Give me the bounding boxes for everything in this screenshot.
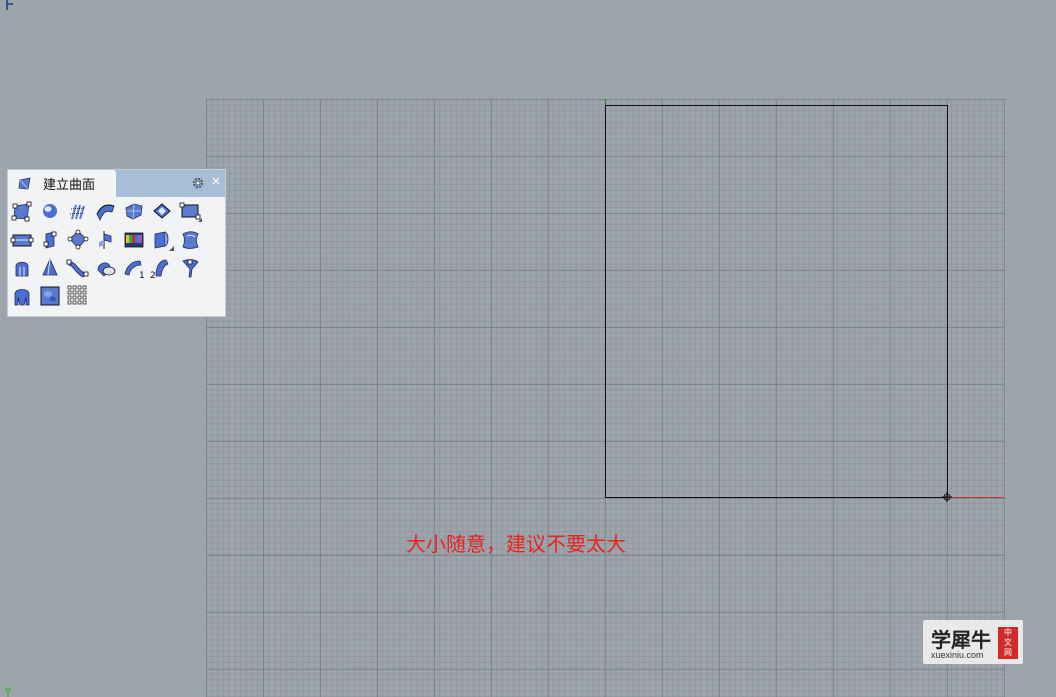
patch-icon[interactable] — [122, 200, 146, 224]
annotation-text: 大小随意，建议不要太大 — [406, 532, 626, 556]
sweep2-rail-icon[interactable]: 2 — [150, 256, 174, 280]
extrude-curve-icon[interactable] — [150, 228, 174, 252]
watermark-url: xuexiniu.com — [931, 650, 984, 660]
plane-icon[interactable] — [178, 200, 202, 224]
snap-cursor — [942, 492, 952, 502]
patch-multi-icon[interactable] — [10, 284, 34, 308]
network-surface-icon[interactable] — [66, 200, 90, 224]
revolve-icon[interactable] — [10, 256, 34, 280]
surface-corner-points-icon — [18, 176, 31, 189]
pipe-icon[interactable] — [178, 256, 202, 280]
edge-surface-icon[interactable] — [150, 200, 174, 224]
viewport-overlay — [605, 99, 1004, 502]
surface-from-points-icon[interactable] — [10, 200, 34, 224]
heightfield-icon[interactable] — [122, 228, 146, 252]
badge-char: 中 — [1004, 628, 1012, 637]
loft-icon[interactable] — [66, 228, 90, 252]
sweep2-number: 2 — [150, 271, 156, 280]
sphere-icon[interactable] — [38, 200, 62, 224]
watermark-badge: 中 文 网 — [998, 627, 1018, 659]
viewport-top[interactable] — [0, 0, 1056, 697]
rail-revolve-icon[interactable] — [94, 228, 118, 252]
gear-icon[interactable] — [191, 176, 205, 190]
badge-char: 文 — [1004, 638, 1012, 647]
panel-title: 建立曲面 — [43, 178, 96, 193]
heightfield-image-icon[interactable] — [38, 284, 62, 308]
cone-icon[interactable] — [38, 256, 62, 280]
point-grid-icon[interactable] — [66, 284, 90, 308]
tab-create-surface[interactable]: 建立曲面 — [8, 170, 116, 197]
badge-char: 网 — [1004, 648, 1012, 657]
toolbar-panel-create-surface[interactable]: 建立曲面 × 1 2 — [7, 169, 226, 317]
world-axis-icon — [4, 687, 12, 697]
watermark-logo: 学犀牛 xuexiniu.com 中 文 网 — [923, 620, 1023, 664]
axis-marker-icon — [6, 0, 13, 10]
drawn-rectangle — [605, 105, 948, 498]
sweep1-rail-icon[interactable]: 1 — [122, 256, 146, 280]
sweep1-number: 1 — [139, 271, 145, 280]
drape-icon[interactable] — [94, 256, 118, 280]
extrude-icon[interactable] — [38, 228, 62, 252]
sweep-along-icon[interactable] — [66, 256, 90, 280]
sweep1-icon[interactable] — [94, 200, 118, 224]
close-icon[interactable]: × — [209, 175, 223, 189]
blend-surface-icon[interactable] — [178, 228, 202, 252]
rectangle-plane-icon[interactable] — [10, 228, 34, 252]
panel-header[interactable]: 建立曲面 × — [8, 170, 225, 197]
watermark-name: 学犀牛 — [931, 628, 991, 652]
